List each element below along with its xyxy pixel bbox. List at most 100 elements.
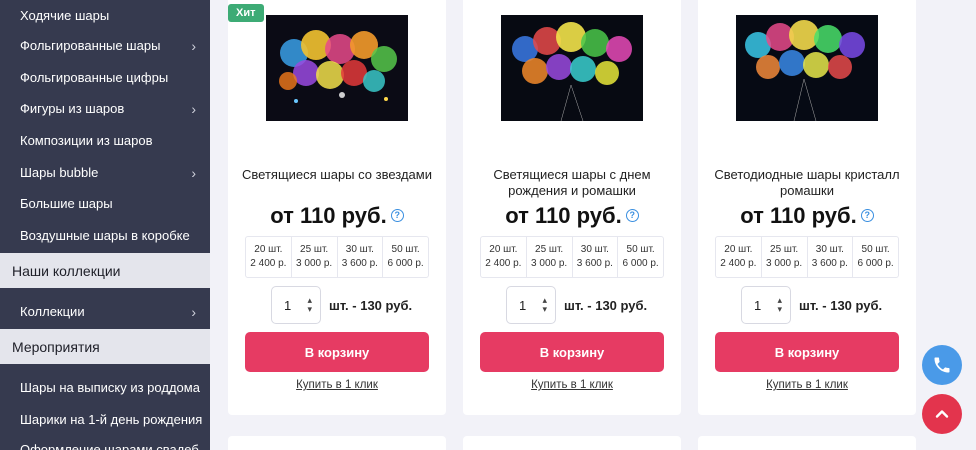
sidebar-item-collections[interactable]: Коллекции ›	[0, 296, 210, 327]
tier-qty: 50 шт.	[391, 244, 420, 255]
product-card: Светящиеся шары с днем рождения и ромашк…	[463, 0, 681, 415]
chevron-right-icon: ›	[191, 303, 196, 320]
product-title[interactable]: Светящиеся шары с днем рождения и ромашк…	[473, 167, 671, 199]
quantity-stepper[interactable]: 1 ▴ ▾	[506, 286, 556, 324]
tier-price: 3 000 р.	[766, 258, 803, 269]
price-tier[interactable]: 30 шт. 3 600 р.	[808, 237, 854, 277]
price-tier[interactable]: 25 шт. 3 000 р.	[292, 237, 338, 277]
price-tier[interactable]: 20 шт. 2 400 р.	[716, 237, 762, 277]
product-title[interactable]: Светодиодные шары кристалл ромашки	[708, 167, 906, 199]
buy-one-click-link[interactable]: Купить в 1 клик	[698, 379, 916, 391]
tier-price: 3 600 р.	[811, 258, 848, 269]
price-value: от 110 руб.	[270, 203, 387, 228]
sidebar-section-collections[interactable]: Наши коллекции	[0, 253, 210, 288]
quantity-value: 1	[754, 297, 762, 313]
help-icon[interactable]: ?	[390, 208, 404, 222]
quantity-value: 1	[519, 297, 527, 313]
sidebar-item-label: Композиции из шаров	[20, 133, 153, 148]
product-card	[698, 436, 916, 450]
help-icon[interactable]: ?	[860, 208, 874, 222]
tier-qty: 25 шт.	[770, 244, 799, 255]
product-price: от 110 руб.?	[463, 203, 681, 229]
tier-price: 2 400 р.	[250, 258, 287, 269]
price-tier[interactable]: 30 шт. 3 600 р.	[573, 237, 619, 277]
tier-qty: 50 шт.	[626, 244, 655, 255]
sidebar-item-label: Фольгированные шары	[20, 38, 161, 53]
tier-qty: 20 шт.	[489, 244, 518, 255]
sidebar-item-walking-balloons[interactable]: Ходячие шары	[0, 0, 210, 31]
product-card: Хит Светящиеся шары со звездами от 110 р…	[228, 0, 446, 415]
sidebar-item-label: Фольгированные цифры	[20, 70, 169, 85]
buy-one-click-link[interactable]: Купить в 1 клик	[228, 379, 446, 391]
sidebar-item-balloon-figures[interactable]: Фигуры из шаров ›	[0, 93, 210, 124]
price-tier[interactable]: 50 шт. 6 000 р.	[383, 237, 428, 277]
price-value: от 110 руб.	[505, 203, 622, 228]
chevron-up-icon	[935, 410, 949, 418]
add-to-cart-button[interactable]: В корзину	[715, 332, 899, 372]
tier-price: 6 000 р.	[622, 258, 659, 269]
sidebar-item-label: Шарики на 1-й день рождения	[20, 412, 203, 427]
sidebar-item-balloons-in-box[interactable]: Воздушные шары в коробке	[0, 220, 210, 251]
chevron-right-icon: ›	[191, 37, 196, 54]
price-tier[interactable]: 20 шт. 2 400 р.	[246, 237, 292, 277]
product-title[interactable]: Светящиеся шары со звездами	[238, 167, 436, 183]
quantity-row: 1 ▴ ▾ шт. - 130 руб.	[741, 286, 882, 324]
stepper-down-icon[interactable]: ▾	[542, 305, 547, 314]
sidebar-item-label: Воздушные шары в коробке	[20, 228, 190, 243]
product-price: от 110 руб.?	[228, 203, 446, 229]
sidebar-item-label: Ходячие шары	[20, 8, 110, 23]
price-tier[interactable]: 30 шт. 3 600 р.	[338, 237, 384, 277]
call-button[interactable]	[922, 345, 962, 385]
buy-one-click-link[interactable]: Купить в 1 клик	[463, 379, 681, 391]
section-label: Мероприятия	[12, 338, 100, 355]
stepper-down-icon[interactable]: ▾	[777, 305, 782, 314]
unit-price: шт. - 130 руб.	[564, 297, 648, 313]
sidebar-item-bubble[interactable]: Шары bubble ›	[0, 157, 210, 188]
sidebar-item-first-birthday[interactable]: Шарики на 1-й день рождения	[0, 404, 210, 435]
sidebar-item-label: Большие шары	[20, 196, 113, 211]
tier-price: 6 000 р.	[387, 258, 424, 269]
quantity-row: 1 ▴ ▾ шт. - 130 руб.	[271, 286, 412, 324]
product-image[interactable]	[736, 15, 878, 121]
sidebar-item-label: Коллекции	[20, 304, 85, 319]
sidebar-item-compositions[interactable]: Композиции из шаров	[0, 125, 210, 156]
price-tier[interactable]: 20 шт. 2 400 р.	[481, 237, 527, 277]
price-tier[interactable]: 50 шт. 6 000 р.	[853, 237, 898, 277]
add-to-cart-button[interactable]: В корзину	[480, 332, 664, 372]
quantity-stepper[interactable]: 1 ▴ ▾	[271, 286, 321, 324]
product-image[interactable]	[266, 15, 408, 121]
sidebar-item-big-balloons[interactable]: Большие шары	[0, 188, 210, 219]
sidebar-item-maternity-discharge[interactable]: Шары на выписку из роддома	[0, 372, 210, 403]
sidebar-item-foil-numbers[interactable]: Фольгированные цифры	[0, 62, 210, 93]
chevron-right-icon: ›	[191, 100, 196, 117]
tier-price: 2 400 р.	[720, 258, 757, 269]
sidebar-section-events[interactable]: Мероприятия	[0, 329, 210, 364]
stepper-arrows: ▴ ▾	[777, 296, 782, 314]
tier-price: 3 000 р.	[531, 258, 568, 269]
chevron-right-icon: ›	[191, 164, 196, 181]
product-image[interactable]	[501, 15, 643, 121]
product-price: от 110 руб.?	[698, 203, 916, 229]
sidebar-item-foil-balloons[interactable]: Фольгированные шары ›	[0, 30, 210, 61]
price-tier[interactable]: 50 шт. 6 000 р.	[618, 237, 663, 277]
price-tier[interactable]: 25 шт. 3 000 р.	[762, 237, 808, 277]
price-tiers: 20 шт. 2 400 р. 25 шт. 3 000 р. 30 шт. 3 60…	[715, 236, 899, 278]
price-tier[interactable]: 25 шт. 3 000 р.	[527, 237, 573, 277]
scroll-to-top-button[interactable]	[922, 394, 962, 434]
stepper-down-icon[interactable]: ▾	[307, 305, 312, 314]
quantity-stepper[interactable]: 1 ▴ ▾	[741, 286, 791, 324]
tier-qty: 30 шт.	[580, 244, 609, 255]
sidebar-item-label: Оформление шарами свадеб	[20, 442, 199, 450]
price-tiers: 20 шт. 2 400 р. 25 шт. 3 000 р. 30 шт. 3 60…	[245, 236, 429, 278]
sidebar-item-wedding-decor[interactable]: Оформление шарами свадеб	[0, 434, 210, 450]
price-tiers: 20 шт. 2 400 р. 25 шт. 3 000 р. 30 шт. 3 60…	[480, 236, 664, 278]
tier-price: 3 600 р.	[341, 258, 378, 269]
tier-qty: 20 шт.	[724, 244, 753, 255]
hit-badge: Хит	[228, 4, 264, 22]
add-to-cart-button[interactable]: В корзину	[245, 332, 429, 372]
help-icon[interactable]: ?	[625, 208, 639, 222]
price-value: от 110 руб.	[740, 203, 857, 228]
phone-icon	[934, 357, 950, 373]
tier-qty: 30 шт.	[815, 244, 844, 255]
unit-price: шт. - 130 руб.	[799, 297, 883, 313]
